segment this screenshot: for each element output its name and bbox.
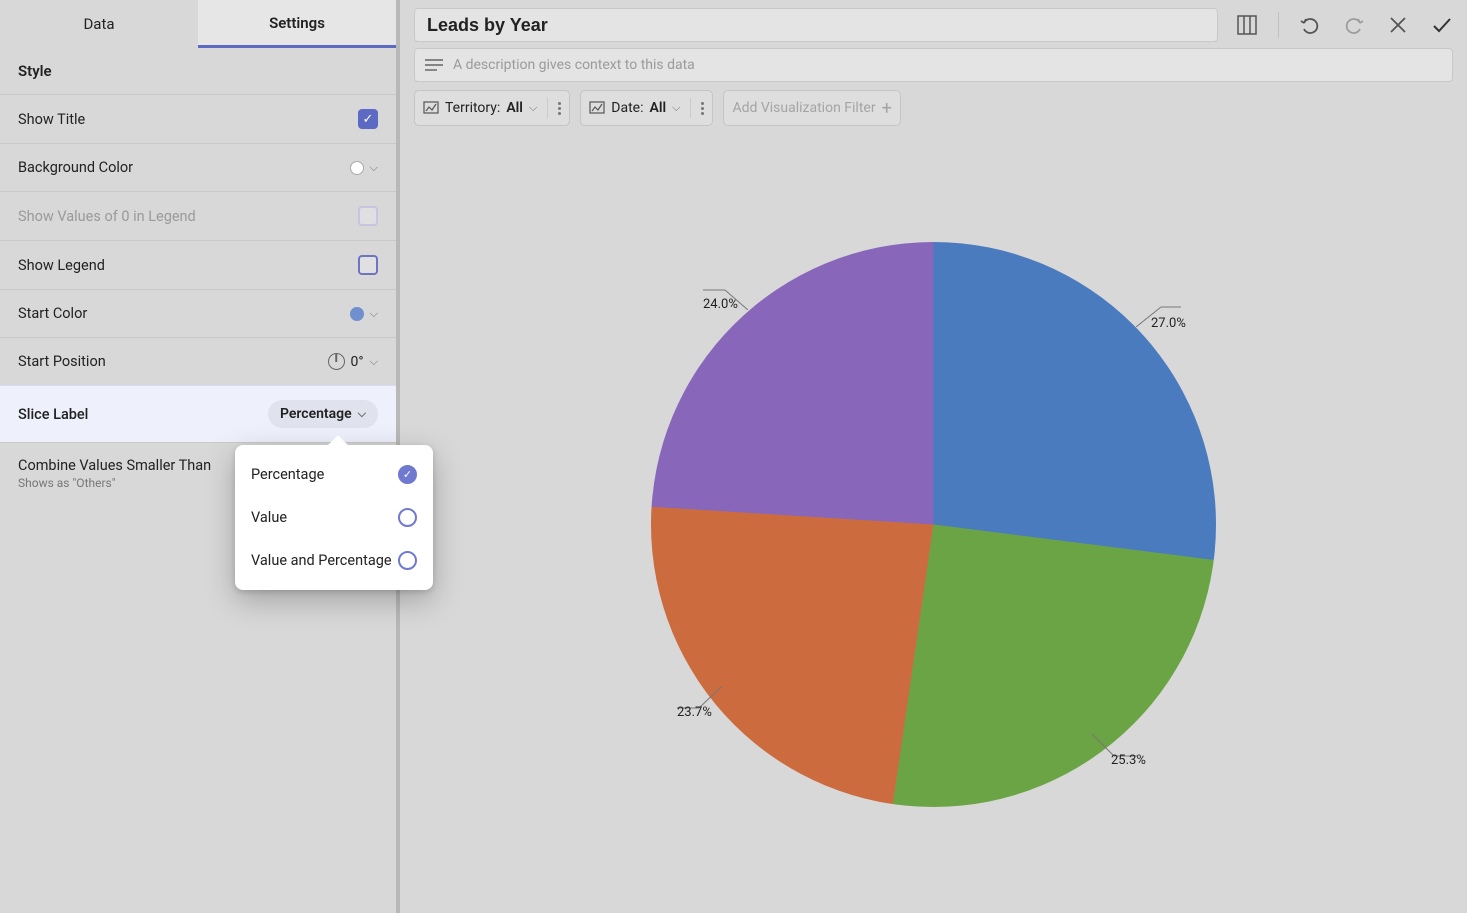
slice-label-2: 23.7% — [677, 705, 712, 720]
radio-unselected-icon — [398, 508, 417, 527]
chevron-down-icon[interactable]: ⌵ — [370, 307, 378, 321]
pie-chart — [651, 242, 1216, 807]
checkbox-show-legend[interactable] — [358, 255, 378, 275]
main-panel: A description gives context to this data… — [400, 0, 1467, 913]
slice-label-1: 25.3% — [1111, 753, 1146, 768]
filter-territory[interactable]: Territory: All ⌵ — [414, 90, 570, 126]
chevron-down-icon[interactable]: ⌵ — [370, 161, 378, 175]
option-label: Percentage — [251, 466, 324, 483]
row-show-title[interactable]: Show Title — [0, 94, 396, 143]
label-combine-values: Combine Values Smaller Than — [18, 457, 211, 474]
label-background-color: Background Color — [18, 159, 133, 176]
tab-settings[interactable]: Settings — [198, 0, 396, 48]
checkbox-show-zero — [358, 206, 378, 226]
add-filter-label: Add Visualization Filter — [732, 100, 875, 116]
label-start-position: Start Position — [18, 353, 106, 370]
swatch-start-color[interactable] — [350, 307, 364, 321]
option-label: Value — [251, 509, 287, 526]
option-percentage[interactable]: Percentage — [235, 453, 433, 496]
more-icon[interactable] — [701, 102, 704, 115]
sublabel-combine-values: Shows as "Others" — [18, 476, 211, 490]
row-start-color[interactable]: Start Color ⌵ — [0, 289, 396, 337]
row-show-legend[interactable]: Show Legend — [0, 240, 396, 289]
undo-button[interactable] — [1295, 10, 1325, 40]
option-value[interactable]: Value — [235, 496, 433, 539]
label-start-color: Start Color — [18, 305, 87, 322]
sidebar: Data Settings Style Show Title Backgroun… — [0, 0, 400, 913]
plus-icon: + — [882, 98, 892, 119]
row-slice-label[interactable]: Slice Label Percentage ⌵ — [0, 385, 396, 442]
label-show-zero: Show Values of 0 in Legend — [18, 208, 196, 225]
swatch-background-color[interactable] — [350, 161, 364, 175]
filter-icon — [589, 100, 605, 116]
chevron-down-icon: ⌵ — [672, 101, 680, 115]
angle-icon — [328, 353, 345, 370]
chart-title-input[interactable] — [414, 8, 1218, 42]
tab-data[interactable]: Data — [0, 0, 198, 48]
chevron-down-icon[interactable]: ⌵ — [370, 355, 378, 369]
row-background-color[interactable]: Background Color ⌵ — [0, 143, 396, 191]
description-input[interactable]: A description gives context to this data — [414, 48, 1453, 82]
more-icon[interactable] — [558, 102, 561, 115]
label-slice-label: Slice Label — [18, 406, 88, 423]
label-show-legend: Show Legend — [18, 257, 105, 274]
dropdown-slice-label[interactable]: Percentage ⌵ — [268, 400, 378, 428]
sidebar-tabs: Data Settings — [0, 0, 396, 48]
filter-value: All — [506, 100, 523, 116]
row-start-position[interactable]: Start Position 0° ⌵ — [0, 337, 396, 385]
grid-icon[interactable] — [1232, 10, 1262, 40]
description-placeholder: A description gives context to this data — [453, 57, 695, 73]
option-label: Value and Percentage — [251, 552, 392, 569]
row-show-zero: Show Values of 0 in Legend — [0, 191, 396, 240]
filter-label: Date: — [611, 100, 643, 116]
filter-label: Territory: — [445, 100, 500, 116]
label-show-title: Show Title — [18, 111, 85, 128]
slice-label-dropdown: Percentage Value Value and Percentage — [235, 445, 433, 590]
chevron-down-icon: ⌵ — [358, 407, 366, 421]
filter-icon — [423, 100, 439, 116]
option-value-and-percentage[interactable]: Value and Percentage — [235, 539, 433, 582]
value-start-position: 0° — [351, 354, 364, 370]
filter-date[interactable]: Date: All ⌵ — [580, 90, 713, 126]
description-icon — [425, 58, 443, 72]
radio-selected-icon — [398, 465, 417, 484]
section-header-style: Style — [0, 48, 396, 94]
slice-label-3: 24.0% — [703, 297, 738, 312]
confirm-button[interactable] — [1427, 10, 1457, 40]
add-filter-button[interactable]: Add Visualization Filter + — [723, 90, 900, 126]
close-button[interactable] — [1383, 10, 1413, 40]
checkbox-show-title[interactable] — [358, 109, 378, 129]
chevron-down-icon: ⌵ — [529, 101, 537, 115]
redo-button[interactable] — [1339, 10, 1369, 40]
radio-unselected-icon — [398, 551, 417, 570]
filter-value: All — [649, 100, 666, 116]
slice-label-0: 27.0% — [1151, 316, 1186, 331]
chart-canvas: 27.0% 25.3% 23.7% 24.0% — [400, 136, 1467, 913]
value-slice-label: Percentage — [280, 406, 352, 422]
